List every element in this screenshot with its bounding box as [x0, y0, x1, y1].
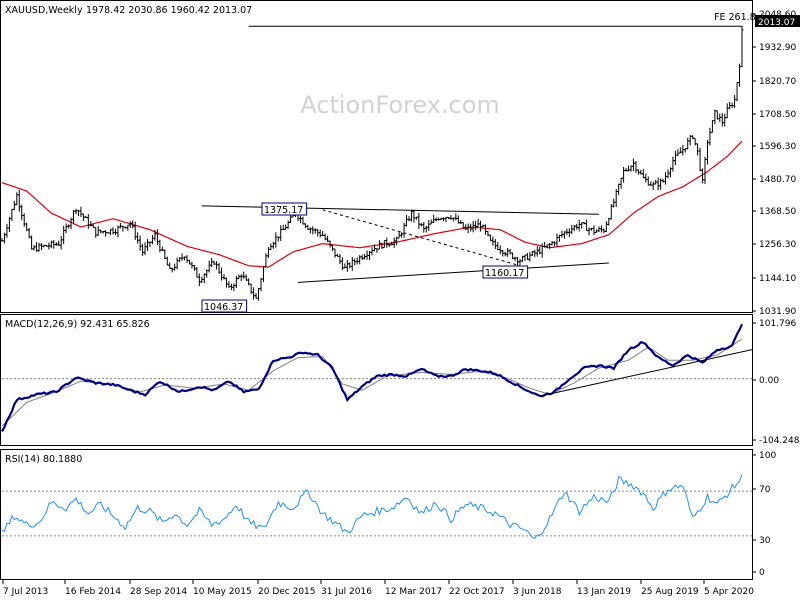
y-tick-label: 0.00: [759, 376, 779, 386]
annotation-label: 1375.17: [264, 205, 303, 216]
macd-title: MACD(12,26,9) 92.431 65.826: [5, 319, 150, 330]
rsi-panel: RSI(14) 80.1880: [0, 449, 753, 580]
y-tick-label: 1480.70: [759, 175, 796, 185]
y-tick-label: 100: [759, 451, 776, 461]
y-tick-label: 1368.50: [759, 207, 796, 217]
y-tick-label: 30: [759, 536, 771, 546]
x-tick-label: 22 Oct 2017: [449, 587, 505, 597]
y-tick-label: 1596.30: [759, 142, 796, 152]
y-tick-label: 1820.70: [759, 77, 796, 87]
last-price-label: 2013.07: [758, 18, 795, 28]
x-tick-label: 5 Apr 2020: [704, 587, 754, 597]
y-tick-label: -104.248: [759, 436, 800, 446]
x-tick-label: 25 Aug 2019: [641, 587, 699, 597]
y-tick-label: 1031.90: [759, 307, 796, 317]
price-title: XAUUSD,Weekly: [5, 5, 83, 16]
fibonacci-label: FE 261.8: [714, 12, 756, 23]
chart-canvas: ActionForex.com 1375.17 1160.17 1046.37 FE …: [0, 0, 800, 597]
x-tick-label: 3 Jun 2018: [513, 587, 562, 597]
annotation-label: 1160.17: [485, 268, 524, 279]
x-tick-label: 7 Jul 2013: [3, 587, 48, 597]
price-panel: ActionForex.com 1375.17 1160.17 1046.37 FE …: [0, 0, 756, 313]
y-tick-label: 101.796: [759, 319, 796, 329]
x-tick-label: 16 Feb 2014: [65, 587, 121, 597]
ohlc-values: 1978.42 2030.86 1960.42 2013.07: [86, 5, 252, 16]
y-tick-label: 1256.30: [759, 240, 796, 250]
y-tick-label: 0: [759, 568, 765, 578]
x-tick-label: 20 Dec 2015: [258, 587, 316, 597]
watermark: ActionForex.com: [300, 91, 500, 119]
y-axis-labels: 2048.601932.901820.701708.501596.301480.…: [752, 10, 800, 578]
y-tick-label: 70: [759, 485, 771, 495]
x-tick-label: 28 Sep 2014: [130, 587, 187, 597]
y-tick-label: 1144.10: [759, 274, 796, 284]
x-tick-label: 10 May 2015: [193, 587, 252, 597]
x-tick-label: 31 Jul 2016: [321, 587, 372, 597]
x-tick-label: 13 Jan 2019: [577, 587, 631, 597]
x-tick-label: 12 Mar 2017: [385, 587, 442, 597]
macd-panel: MACD(12,26,9) 92.431 65.826: [0, 314, 753, 446]
rsi-title: RSI(14) 80.1880: [5, 454, 82, 465]
x-axis-labels: 7 Jul 2013 16 Feb 2014 28 Sep 2014 10 May 2…: [2, 580, 754, 597]
y-tick-label: 1708.50: [759, 110, 796, 120]
annotation-label: 1046.37: [204, 302, 243, 313]
y-tick-label: 1932.90: [759, 43, 796, 53]
